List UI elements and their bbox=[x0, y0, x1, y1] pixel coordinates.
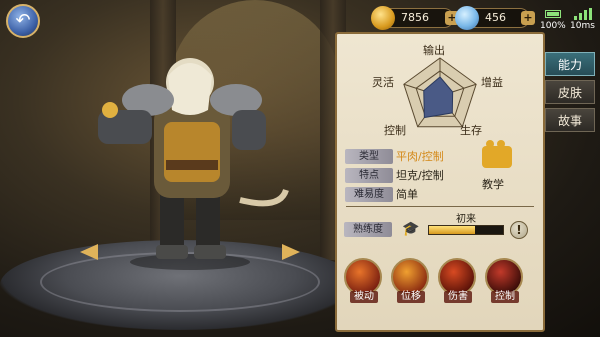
radar-label-control: 控制 bbox=[384, 124, 406, 137]
hero-model[interactable] bbox=[90, 40, 290, 270]
gold-counter: 7856 + bbox=[371, 6, 459, 30]
difficulty-tag: 难易度 bbox=[345, 187, 393, 202]
side-tab[interactable]: 能力 bbox=[545, 52, 595, 76]
skill-label: 伤害 bbox=[444, 291, 472, 303]
graduation-cap-icon: 🎓 bbox=[402, 221, 420, 237]
mastery-info-button[interactable]: ! bbox=[510, 221, 528, 239]
side-tab[interactable]: 皮肤 bbox=[545, 80, 595, 104]
gem-icon bbox=[455, 6, 479, 30]
mastery-level: 初来 bbox=[456, 214, 476, 225]
back-arrow-icon: ↶ bbox=[15, 10, 31, 31]
skill-label: 位移 bbox=[397, 291, 425, 303]
battery-icon bbox=[545, 10, 561, 18]
next-hero-arrow-icon[interactable] bbox=[282, 244, 300, 260]
mastery-progress-bar bbox=[428, 225, 504, 235]
device-status: 100% 10ms bbox=[540, 6, 598, 32]
difficulty-value: 简单 bbox=[396, 188, 418, 201]
radar-label-survival: 生存 bbox=[460, 124, 482, 137]
gold-coin-icon bbox=[371, 6, 395, 30]
feature-tag: 特点 bbox=[345, 168, 393, 183]
tutorial-button[interactable]: 教学 bbox=[476, 140, 520, 192]
mastery-progress-fill bbox=[429, 226, 475, 234]
battery-text: 100% bbox=[540, 21, 566, 31]
tutorial-label: 教学 bbox=[482, 178, 504, 191]
add-gem-button[interactable]: + bbox=[521, 11, 535, 25]
panel-divider bbox=[346, 206, 534, 207]
gem-amount: 456 bbox=[485, 11, 506, 24]
prev-hero-arrow-icon[interactable] bbox=[80, 244, 98, 260]
back-button[interactable]: ↶ bbox=[6, 4, 40, 38]
radar-label-output: 输出 bbox=[423, 44, 445, 57]
feature-value: 坦克/控制 bbox=[396, 169, 444, 182]
skill-label: 被动 bbox=[350, 291, 378, 303]
mastery-tag: 熟练度 bbox=[344, 222, 392, 237]
gem-counter: 456 + bbox=[455, 6, 535, 30]
side-tab[interactable]: 故事 bbox=[545, 108, 595, 132]
type-tag: 类型 bbox=[345, 149, 393, 164]
ping-text: 10ms bbox=[570, 21, 595, 31]
skill-label: 控制 bbox=[491, 291, 519, 303]
gold-amount: 7856 bbox=[401, 11, 429, 24]
radar-label-agility: 灵活 bbox=[372, 76, 394, 89]
video-camera-icon bbox=[482, 140, 512, 168]
signal-icon bbox=[574, 8, 592, 20]
radar-label-buff: 增益 bbox=[481, 76, 503, 89]
type-value: 平肉/控制 bbox=[396, 150, 444, 163]
